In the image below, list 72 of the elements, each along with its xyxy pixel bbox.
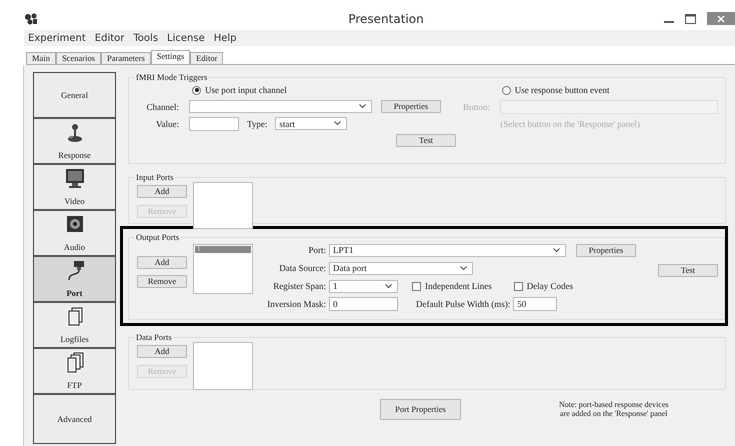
checkbox-label: Delay Codes (526, 281, 573, 291)
tab[interactable]: Parameters (101, 52, 151, 64)
menu-item[interactable]: Help (214, 32, 237, 44)
app-icon (24, 12, 38, 24)
field-label: Value: (155, 118, 179, 128)
caret-icon (460, 266, 467, 270)
menu-item[interactable]: License (167, 32, 205, 44)
checkbox[interactable] (514, 282, 523, 290)
register-span-dropdown[interactable]: 1 (329, 280, 398, 292)
inversion-mask-field[interactable]: 0 (329, 297, 398, 311)
button[interactable]: Properties (381, 100, 441, 113)
window-title: Presentation (347, 12, 425, 26)
field-label: Inversion Mask: (266, 299, 326, 309)
menu-item[interactable]: Experiment (28, 32, 86, 44)
sidebar-item[interactable]: Response (34, 119, 115, 165)
caret-icon (334, 121, 342, 126)
checkbox[interactable] (412, 282, 421, 290)
field-label: Default Pulse Width (ms): (416, 299, 510, 309)
group-title: fMRI Mode Triggers (135, 72, 208, 82)
monitor-icon (64, 168, 86, 189)
data-source-dropdown[interactable]: Data port (329, 262, 473, 274)
maximize-icon (685, 14, 696, 24)
port-list[interactable] (193, 342, 253, 390)
button[interactable]: Test (658, 264, 718, 277)
sidebar-item[interactable]: FTP (34, 349, 115, 395)
type-dropdown[interactable]: start (275, 117, 348, 130)
port-list[interactable] (193, 182, 253, 229)
button[interactable]: Add (137, 345, 187, 358)
button[interactable]: Test (396, 134, 456, 147)
button[interactable]: Add (137, 256, 187, 269)
tab[interactable]: Settings (150, 50, 190, 64)
field-label: Channel: (146, 102, 179, 112)
pulse-width-field[interactable]: 50 (513, 297, 558, 311)
caret-icon (385, 284, 392, 288)
checkbox-label: Independent Lines (425, 281, 492, 291)
sidebar-item[interactable]: Logfiles (34, 303, 115, 349)
sidebar-item[interactable]: Video (34, 165, 115, 211)
hint-text: (Select button on the 'Response' panel) (500, 118, 640, 128)
value-field[interactable] (189, 116, 239, 130)
field-label: Type: (247, 118, 268, 128)
group-title: Data Ports (135, 332, 173, 342)
menu-item[interactable]: Editor (94, 32, 124, 44)
field-label: Register Span: (272, 281, 326, 291)
note-text: Note: port-based response devices are added on the 'Response' panel (559, 400, 669, 418)
channel-dropdown[interactable] (189, 100, 372, 113)
tab[interactable]: Editor (190, 52, 224, 64)
caret-icon (359, 104, 366, 109)
sidebar-item[interactable]: Port (34, 257, 115, 303)
option-label: Use port input channel (205, 85, 287, 95)
button[interactable]: Add (137, 185, 187, 198)
minimize-icon (664, 21, 674, 23)
button[interactable]: Port Properties (380, 398, 461, 420)
port-dropdown[interactable]: LPT1 (329, 244, 566, 256)
radio-button[interactable] (192, 86, 201, 94)
sidebar-item[interactable]: Advanced (34, 395, 115, 443)
button[interactable]: Remove (137, 275, 187, 288)
field-label: Button: (463, 102, 490, 112)
close-icon (717, 14, 725, 22)
group-title: Input Ports (135, 172, 175, 182)
close-button[interactable] (707, 12, 735, 25)
tab[interactable]: Main (26, 52, 56, 64)
option-label: Use response button event (514, 85, 610, 95)
sidebar-item[interactable]: Audio (34, 211, 115, 257)
field-label: Data Source: (278, 263, 326, 273)
group-title: Output Ports (135, 232, 180, 242)
sidebar-item[interactable]: General (34, 73, 115, 119)
radio-button[interactable] (502, 86, 511, 94)
button[interactable]: Properties (576, 244, 636, 256)
tab[interactable]: Scenarios (56, 52, 101, 64)
field-label: Port: (307, 245, 326, 255)
menu-item[interactable]: Tools (133, 32, 158, 44)
caret-icon (553, 248, 560, 252)
